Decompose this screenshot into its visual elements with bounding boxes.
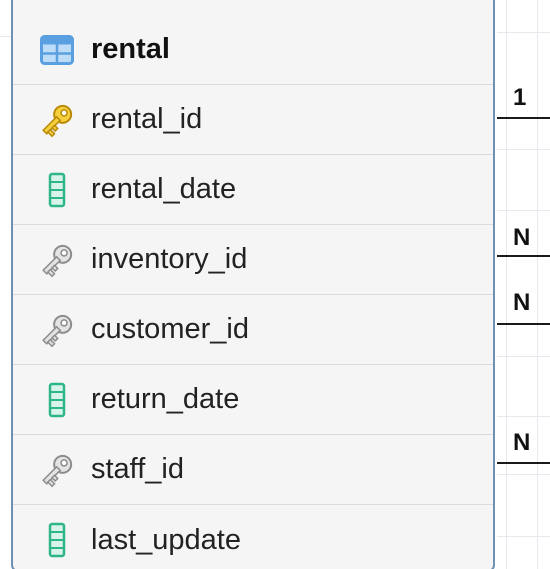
grid-line — [497, 474, 550, 475]
column-row[interactable]: customer_id — [13, 295, 493, 365]
cardinality-label: 1 — [513, 84, 527, 111]
entity-title: rental — [91, 33, 170, 65]
column-icon — [35, 168, 79, 212]
table-icon — [35, 28, 79, 72]
foreign-key-icon — [35, 448, 79, 492]
grid-line — [497, 32, 550, 33]
grid-line — [497, 149, 550, 150]
column-name: rental_id — [91, 103, 203, 135]
relationship-line[interactable] — [497, 323, 550, 325]
cardinality-label: N — [513, 289, 531, 316]
cardinality-label: N — [513, 224, 531, 251]
diagram-canvas: rental rental_id rental_date inventory_i… — [0, 0, 550, 569]
relationship-line[interactable] — [497, 255, 550, 257]
column-name: staff_id — [91, 453, 184, 485]
column-icon — [35, 378, 79, 422]
grid-line — [497, 416, 550, 417]
grid-line — [537, 0, 538, 569]
column-row[interactable]: rental_date — [13, 155, 493, 225]
cardinality-label: N — [513, 429, 531, 456]
grid-line — [497, 356, 550, 357]
relationship-line[interactable] — [497, 462, 550, 464]
column-name: last_update — [91, 523, 241, 556]
column-row[interactable]: inventory_id — [13, 225, 493, 295]
column-name: rental_date — [91, 173, 237, 205]
column-row[interactable]: staff_id — [13, 435, 493, 505]
relationship-line[interactable] — [497, 117, 550, 119]
primary-key-icon — [35, 98, 79, 142]
foreign-key-icon — [35, 238, 79, 282]
grid-line — [497, 210, 550, 211]
column-icon — [35, 518, 79, 562]
column-name: inventory_id — [91, 243, 248, 275]
column-row[interactable]: rental_id — [13, 85, 493, 155]
column-row[interactable]: return_date — [13, 365, 493, 435]
column-name: return_date — [91, 383, 240, 415]
entity-header[interactable]: rental — [13, 15, 493, 85]
entity-table-rental[interactable]: rental rental_id rental_date inventory_i… — [11, 0, 495, 569]
foreign-key-icon — [35, 308, 79, 352]
grid-line — [497, 536, 550, 537]
column-name: customer_id — [91, 313, 249, 345]
column-row[interactable]: last_update — [13, 505, 493, 569]
grid-line — [506, 0, 507, 569]
